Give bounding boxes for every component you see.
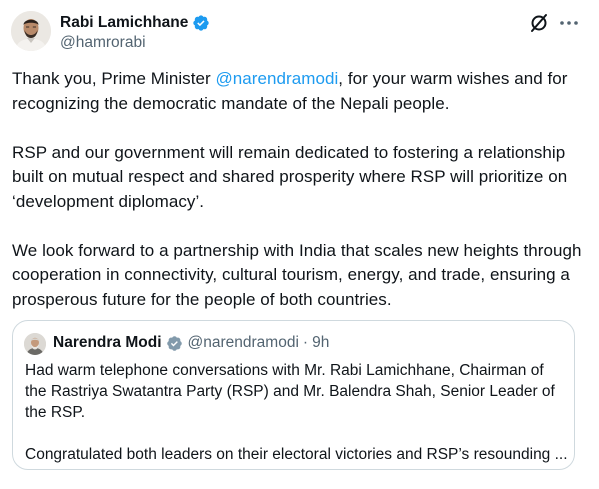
grok-icon[interactable] [527, 11, 551, 35]
tweet-paragraph-2: RSP and our government will remain dedic… [12, 142, 568, 211]
author-name-label: Rabi Lamichhane [60, 14, 189, 31]
quoted-verified-badge-icon [166, 335, 183, 352]
author-avatar[interactable] [11, 11, 51, 51]
quoted-timestamp: 9h [312, 334, 330, 351]
verified-badge-icon [192, 14, 210, 32]
tweet-text-prefix: Thank you, Prime Minister [12, 69, 216, 88]
more-options-icon[interactable] [557, 11, 581, 35]
quoted-paragraph-2: Congratulated both leaders on their elec… [25, 446, 568, 463]
quoted-tweet-body: Had warm telephone conversations with Mr… [25, 360, 568, 465]
author-name[interactable]: Rabi Lamichhane [60, 13, 210, 33]
mention-link[interactable]: @narendramodi [215, 69, 338, 88]
quoted-tweet-header: Narendra Modi @narendramodi · 9h [53, 332, 329, 354]
tweet-body: Thank you, Prime Minister @narendramodi,… [12, 67, 590, 312]
tweet-card: Rabi Lamichhane @hamrorabi Thank you, Pr… [0, 0, 599, 489]
quoted-tweet[interactable]: Narendra Modi @narendramodi · 9h Had war… [12, 320, 575, 470]
tweet-paragraph-3: We look forward to a partnership with In… [12, 240, 582, 309]
quoted-author-name: Narendra Modi [53, 334, 162, 351]
header-separator: · [302, 334, 309, 351]
quoted-paragraph-1: Had warm telephone conversations with Mr… [25, 362, 555, 421]
author-handle[interactable]: @hamrorabi [60, 33, 146, 53]
tweet-paragraph-1: Thank you, Prime Minister @narendramodi,… [12, 67, 590, 116]
quoted-author-avatar [24, 333, 46, 355]
quoted-author-handle: @narendramodi [187, 334, 299, 351]
